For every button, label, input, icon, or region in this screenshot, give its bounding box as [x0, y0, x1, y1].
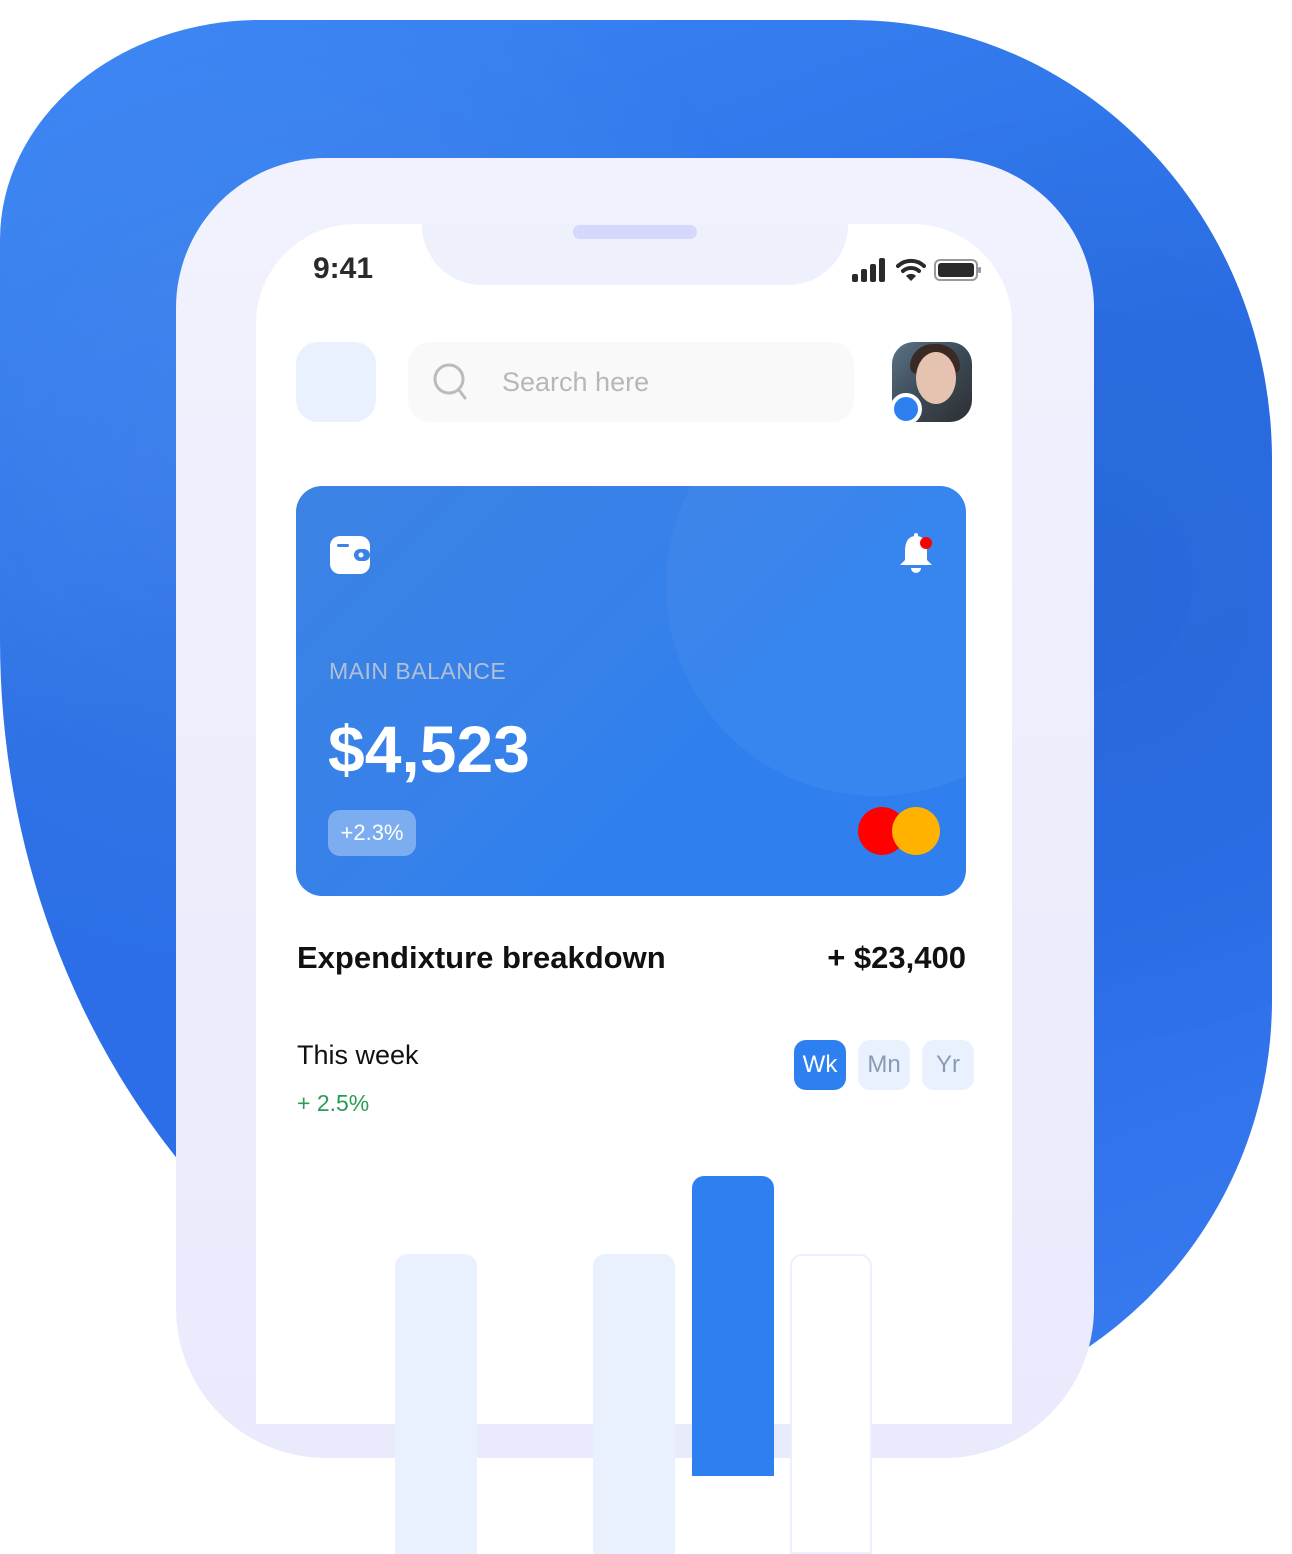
- section-title: Expendixture breakdown: [297, 940, 666, 975]
- balance-change-badge: +2.3%: [328, 810, 416, 856]
- search-input[interactable]: Search here: [408, 342, 854, 422]
- mastercard-logo-yellow: [892, 807, 940, 855]
- chart-bar: [395, 1254, 477, 1554]
- speaker: [573, 225, 697, 239]
- bell-icon[interactable]: [896, 532, 936, 576]
- chart-bar: [593, 1254, 675, 1554]
- balance-label: MAIN BALANCE: [329, 658, 507, 684]
- chart-bar-active: [692, 1176, 774, 1476]
- balance-card[interactable]: MAIN BALANCE $4,523 +2.3%: [296, 486, 966, 896]
- period-change: + 2.5%: [297, 1090, 370, 1116]
- period-tabs: Wk Mn Yr: [794, 1040, 974, 1090]
- online-indicator: [890, 393, 922, 425]
- chart-bar: [790, 1254, 872, 1554]
- menu-button[interactable]: [296, 342, 376, 422]
- search-icon: [433, 363, 467, 400]
- signal-icon: [852, 258, 885, 282]
- tab-year[interactable]: Yr: [922, 1040, 974, 1090]
- tab-month[interactable]: Mn: [858, 1040, 910, 1090]
- tab-week[interactable]: Wk: [794, 1040, 846, 1090]
- search-placeholder: Search here: [502, 366, 650, 397]
- status-time: 9:41: [313, 252, 374, 285]
- battery-icon: [934, 259, 981, 281]
- wifi-icon: [896, 258, 926, 281]
- balance-amount: $4,523: [328, 712, 530, 786]
- period-label: This week: [297, 1040, 419, 1070]
- status-icons: [852, 258, 982, 282]
- wallet-icon: [330, 536, 370, 574]
- section-total: + $23,400: [827, 940, 966, 975]
